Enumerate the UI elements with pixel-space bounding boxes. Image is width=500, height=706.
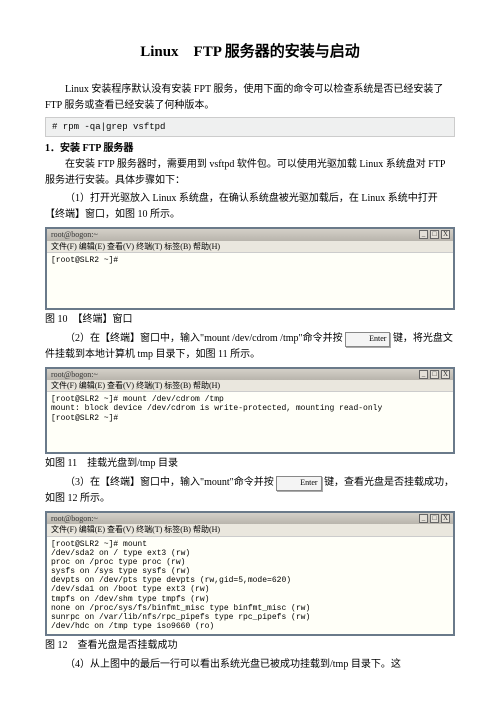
step-1-text: （1）打开光驱放入 Linux 系统盘，在确认系统盘被光驱加载后，在 Linux… [45, 191, 455, 223]
intro-paragraph: Linux 安装程序默认没有安装 FPT 服务，使用下面的命令可以检查系统是否已… [45, 82, 455, 114]
terminal-menubar: 文件(F) 编辑(E) 查看(V) 终端(T) 标签(B) 帮助(H) [47, 380, 453, 392]
terminal-title-text: root@bogon:~ [51, 514, 98, 523]
section-1-intro: 在安装 FTP 服务器时，需要用到 vsftpd 软件包。可以使用光驱加载 Li… [45, 157, 455, 189]
close-icon: X [441, 514, 450, 523]
command-box-check: # rpm -qa|grep vsftpd [45, 117, 455, 137]
maximize-icon: □ [430, 370, 439, 379]
terminal-window-2: root@bogon:~ _ □ X 文件(F) 编辑(E) 查看(V) 终端(… [45, 367, 455, 454]
terminal-window-3: root@bogon:~ _ □ X 文件(F) 编辑(E) 查看(V) 终端(… [45, 511, 455, 636]
terminal-body-1: [root@SLR2 ~]# [47, 253, 453, 308]
page-title: Linux FTP 服务器的安装与启动 [45, 40, 455, 64]
terminal-title-text: root@bogon:~ [51, 230, 98, 239]
terminal-title-text: root@bogon:~ [51, 370, 98, 379]
terminal-titlebar: root@bogon:~ _ □ X [47, 513, 453, 524]
figure-12-caption: 图 12 查看光盘是否挂载成功 [45, 638, 455, 654]
terminal-menubar: 文件(F) 编辑(E) 查看(V) 终端(T) 标签(B) 帮助(H) [47, 524, 453, 536]
terminal-body-2: [root@SLR2 ~]# mount /dev/cdrom /tmp mou… [47, 392, 453, 452]
terminal-titlebar: root@bogon:~ _ □ X [47, 369, 453, 380]
step-3-text-a: （3）在【终端】窗口中，输入"mount"命令并按 [65, 477, 276, 488]
step-2-text-a: （2）在【终端】窗口中，输入"mount /dev/cdrom /tmp"命令并… [65, 333, 343, 344]
minimize-icon: _ [419, 370, 428, 379]
close-icon: X [441, 230, 450, 239]
step-2-text: （2）在【终端】窗口中，输入"mount /dev/cdrom /tmp"命令并… [45, 331, 455, 363]
terminal-body-3: [root@SLR2 ~]# mount /dev/sda2 on / type… [47, 537, 453, 635]
maximize-icon: □ [430, 514, 439, 523]
figure-10-caption: 图 10 【终端】窗口 [45, 312, 455, 328]
minimize-icon: _ [419, 514, 428, 523]
step-3-text: （3）在【终端】窗口中，输入"mount"命令并按 Enter 键，查看光盘是否… [45, 475, 455, 507]
enter-key: Enter [276, 476, 321, 491]
figure-11-caption: 如图 11 挂载光盘到/tmp 目录 [45, 456, 455, 472]
enter-key: Enter [345, 332, 390, 347]
terminal-titlebar: root@bogon:~ _ □ X [47, 229, 453, 240]
section-1-heading: 1．安装 FTP 服务器 [45, 141, 455, 157]
step-4-text: （4）从上图中的最后一行可以看出系统光盘已被成功挂载到/tmp 目录下。这 [45, 657, 455, 673]
terminal-menubar: 文件(F) 编辑(E) 查看(V) 终端(T) 标签(B) 帮助(H) [47, 241, 453, 253]
close-icon: X [441, 370, 450, 379]
terminal-window-1: root@bogon:~ _ □ X 文件(F) 编辑(E) 查看(V) 终端(… [45, 227, 455, 309]
minimize-icon: _ [419, 230, 428, 239]
maximize-icon: □ [430, 230, 439, 239]
